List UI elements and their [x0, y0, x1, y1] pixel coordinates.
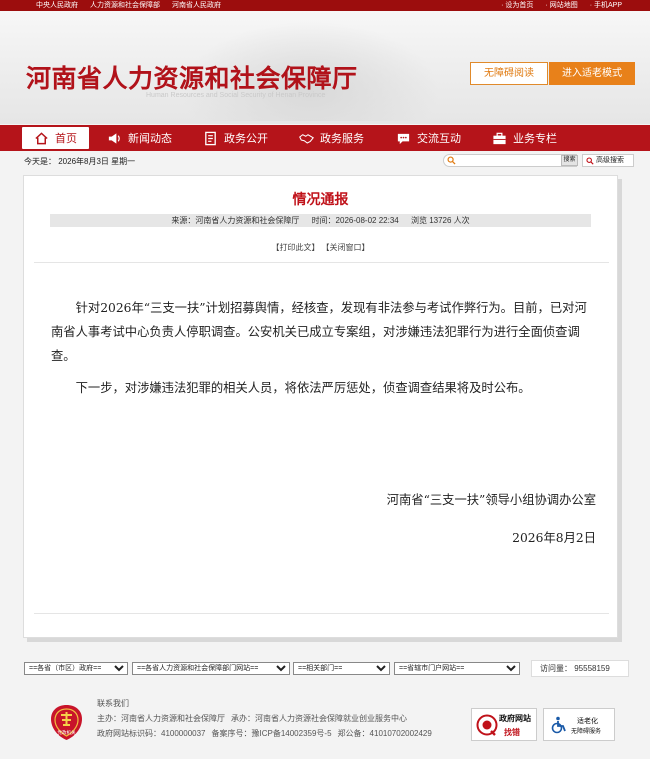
search-button[interactable]: 搜索 [561, 155, 578, 166]
emblem-text: 党政机关 [58, 729, 76, 736]
visit-counter: 访问量： 95558159 [531, 660, 629, 677]
megaphone-icon [108, 132, 120, 144]
related-departments-select[interactable]: ==相关部门== [293, 662, 390, 675]
article-sign-date: 2026年8月2日 [512, 531, 596, 545]
advanced-search-button[interactable]: 高级搜索 [582, 154, 634, 167]
nav-label: 业务专栏 [513, 133, 557, 145]
party-government-emblem[interactable]: 党政机关 [50, 704, 83, 741]
divider [34, 613, 609, 614]
article-paragraph: 下一步，对涉嫌违法犯罪的相关人员，将依法严厉惩处，侦查调查结果将及时公布。 [75, 381, 531, 395]
footer-police-record[interactable]: 郑公备：41010702002429 [338, 729, 432, 738]
top-link-bar: 中央人民政府 人力资源和社会保障部 河南省人民政府 · 设为首页 · 网站地图 … [0, 0, 650, 11]
advanced-search-icon [586, 156, 594, 165]
nav-label: 政务服务 [320, 133, 364, 145]
ministry-sites-select[interactable]: ==各省人力资源和社会保障部门网站== [132, 662, 290, 675]
chat-icon [397, 133, 410, 144]
top-left-links: 中央人民政府 人力资源和社会保障部 河南省人民政府 [36, 0, 221, 11]
age-badge-line1: 适老化 [577, 718, 598, 725]
article-panel: 情况通报 来源：河南省人力资源和社会保障厅 时间：2026-08-02 22:3… [23, 175, 618, 638]
article-body: 针对2026年“三支一扶”计划招募舆情，经核查，发现有非法参与考试作弊行为。目前… [51, 296, 596, 408]
link-set-homepage[interactable]: · 设为首页 [501, 0, 533, 11]
home-icon [35, 131, 48, 144]
footer-site-id: 政府网站标识码：4100000037 [97, 729, 206, 738]
visit-counter-value: 95558159 [574, 664, 610, 673]
nav-label: 首页 [55, 133, 77, 145]
article-source: 来源：河南省人力资源和社会保障厅 [171, 216, 300, 225]
footer-sponsor: 主办：河南省人力资源和社会保障厅 [97, 714, 225, 723]
search-icon [447, 156, 456, 165]
nav-item-interaction[interactable]: 交流互动 [396, 125, 461, 151]
article-signature: 河南省“三支一扶”领导小组协调办公室 [386, 493, 596, 507]
footer-info: 联系我们 主办：河南省人力资源和社会保障厅 承办：河南省人力资源社会保障就业创业服… [97, 696, 438, 741]
site-header: 河南省人力资源和社会保障厅 Human Resources and Social… [0, 11, 650, 124]
city-government-select[interactable]: ==各省（市区）政府== [24, 662, 128, 675]
print-article-link[interactable]: 【打印此文】 [272, 243, 320, 252]
divider [34, 262, 609, 263]
date-search-row: 今天是： 2026年8月3日 星期一 搜索 高级搜索 [0, 153, 650, 169]
today-date: 今天是： 2026年8月3日 星期一 [24, 157, 136, 166]
contact-us-link[interactable]: 联系我们 [97, 696, 438, 711]
age-badge-line2: 无障碍服务 [571, 729, 602, 735]
gov-badge-line1: 政府网站 [499, 714, 531, 723]
article-meta: 来源：河南省人力资源和社会保障厅 时间：2026-08-02 22:34 浏览 … [50, 214, 591, 227]
site-subtitle: Human Resources and Social Security of H… [146, 92, 326, 99]
article-tools: 【打印此文】 【关闭窗口】 [24, 242, 617, 253]
related-links-row: ==各省（市区）政府== ==各省人力资源和社会保障部门网站== ==相关部门=… [0, 660, 650, 677]
elder-mode-button[interactable]: 进入适老模式 [549, 62, 635, 85]
nav-item-gov-affairs[interactable]: 政务公开 [203, 125, 268, 151]
nav-item-news[interactable]: 新闻动态 [107, 125, 172, 151]
search-box[interactable] [443, 154, 577, 167]
elder-accessibility-badge[interactable]: 适老化 无障碍服务 [543, 708, 615, 741]
main-nav: 首页 新闻动态 政务公开 政务服务 交流互动 业务专栏 [0, 125, 650, 151]
city-portals-select[interactable]: ==省辖市门户网站== [394, 662, 520, 675]
article-time: 时间：2026-08-02 22:34 [311, 216, 399, 225]
visit-counter-label: 访问量： [540, 664, 572, 673]
link-mobile-app[interactable]: · 手机APP [590, 0, 622, 11]
nav-label: 交流互动 [417, 133, 461, 145]
close-window-link[interactable]: 【关闭窗口】 [326, 243, 370, 252]
document-icon [205, 131, 216, 145]
article-paragraph: 针对2026年“三支一扶”计划招募舆情，经核查，发现有非法参与考试作弊行为。目前… [51, 301, 587, 363]
footer-organizer: 承办：河南省人力资源社会保障就业创业服务中心 [231, 714, 407, 723]
top-right-links: · 设为首页 · 网站地图 · 手机APP [501, 0, 622, 11]
gov-site-logo-icon [476, 714, 498, 736]
article-headline: 情况通报 [292, 191, 349, 207]
link-hrss-ministry[interactable]: 人力资源和社会保障部 [90, 0, 160, 11]
handshake-icon [299, 133, 314, 144]
accessible-reading-button[interactable]: 无障碍阅读 [470, 62, 548, 85]
article-views: 浏览 13726 人次 [410, 216, 470, 225]
link-henan-government[interactable]: 河南省人民政府 [172, 0, 221, 11]
nav-label: 新闻动态 [128, 133, 172, 145]
nav-item-home[interactable]: 首页 [22, 127, 89, 149]
briefcase-icon [493, 132, 506, 144]
link-central-government[interactable]: 中央人民政府 [36, 0, 78, 11]
nav-item-business-column[interactable]: 业务专栏 [492, 125, 557, 151]
search-input[interactable] [458, 155, 558, 166]
gov-badge-line2: 找错 [504, 728, 520, 737]
site-footer: 党政机关 联系我们 主办：河南省人力资源和社会保障厅 承办：河南省人力资源社会保障… [0, 688, 650, 759]
site-title[interactable]: 河南省人力资源和社会保障厅 [26, 59, 358, 95]
link-sitemap[interactable]: · 网站地图 [545, 0, 577, 11]
footer-icp[interactable]: 备案序号：豫ICP备14002359号-5 [212, 729, 332, 738]
nav-label: 政务公开 [224, 133, 268, 145]
nav-item-gov-services[interactable]: 政务服务 [299, 125, 364, 151]
wheelchair-icon [551, 716, 566, 734]
gov-site-error-report-badge[interactable]: 政府网站 找错 [471, 708, 537, 741]
advanced-search-label: 高级搜索 [596, 157, 624, 164]
